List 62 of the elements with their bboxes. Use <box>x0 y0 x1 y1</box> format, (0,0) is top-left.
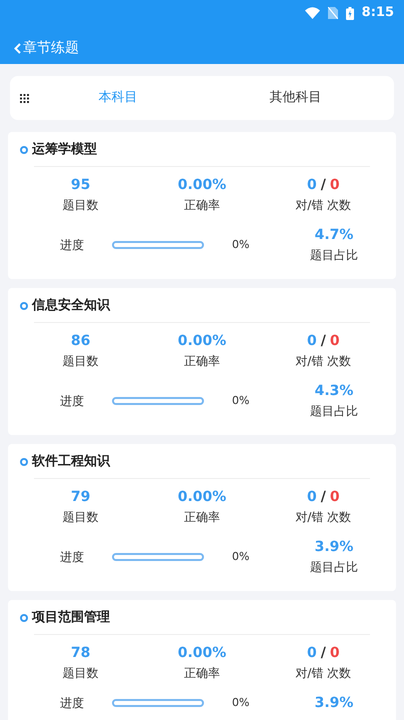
status-time: 8:15 <box>362 4 394 22</box>
wifi-icon <box>304 7 320 19</box>
separator: / <box>320 176 326 195</box>
stat-label: 正确率 <box>184 509 220 526</box>
chapter-title: 软件工程知识 <box>32 453 110 472</box>
right-count: 0 <box>307 644 317 663</box>
progress-label: 进度 <box>60 695 85 712</box>
progress-label: 进度 <box>60 549 85 566</box>
right-count: 0 <box>307 332 317 351</box>
share-value: 4.7% <box>314 226 354 245</box>
chapter-card[interactable]: 项目范围管理 78 题目数 0.00% 正确率 0 / 0 对/错 次数 进度 0% 3.9% <box>8 600 396 720</box>
progress-percent: 0% <box>232 548 250 565</box>
stat-label: 题目占比 <box>310 559 358 576</box>
stat-label: 正确率 <box>184 353 220 370</box>
stat-label: 题目数 <box>62 353 99 370</box>
chapter-card[interactable]: 信息安全知识 86 题目数 0.00% 正确率 0 / 0 对/错 次数 进度 0% 4.3% 题目占比 <box>8 288 396 435</box>
question-count: 78 <box>70 644 90 663</box>
stat-label: 对/错 次数 <box>295 665 352 682</box>
chapter-card[interactable]: 软件工程知识 79 题目数 0.00% 正确率 0 / 0 对/错 次数 进度 0% 3.9% 题目占比 <box>8 444 396 591</box>
progress-percent: 0% <box>232 236 250 253</box>
question-count: 95 <box>70 176 90 195</box>
accuracy-value: 0.00% <box>178 644 226 663</box>
separator: / <box>320 488 326 507</box>
stat-label: 题目数 <box>62 509 99 526</box>
stat-label: 对/错 次数 <box>295 509 352 526</box>
progress-label: 进度 <box>60 237 85 254</box>
chapter-card[interactable]: 运筹学模型 95 题目数 0.00% 正确率 0 / 0 对/错 次数 进度 0% 4.7% 题目占比 <box>8 132 396 279</box>
stat-label: 正确率 <box>184 197 220 214</box>
stat-label: 题目数 <box>62 197 99 214</box>
progress-percent: 0% <box>232 694 250 711</box>
share-value: 3.9% <box>314 694 354 713</box>
stat-label: 正确率 <box>184 665 220 682</box>
right-count: 0 <box>307 488 317 507</box>
tab[interactable]: 其他科目 <box>206 88 384 108</box>
chapter-title: 运筹学模型 <box>32 141 97 160</box>
stat-label: 对/错 次数 <box>295 197 352 214</box>
no-sim-icon <box>328 7 338 19</box>
grid-icon[interactable] <box>20 94 29 102</box>
wrong-count: 0 <box>330 176 340 195</box>
stat-label: 题目占比 <box>310 403 358 420</box>
chapter-title: 信息安全知识 <box>32 296 110 316</box>
accuracy-value: 0.00% <box>178 176 226 195</box>
separator: / <box>320 644 326 663</box>
accuracy-value: 0.00% <box>178 332 226 351</box>
wrong-count: 0 <box>330 644 340 663</box>
battery-icon <box>346 6 354 20</box>
stat-label: 题目数 <box>62 665 99 682</box>
question-count: 86 <box>70 332 90 351</box>
share-value: 3.9% <box>314 538 354 557</box>
right-count: 0 <box>307 176 317 195</box>
separator: / <box>320 332 326 351</box>
stat-label: 对/错 次数 <box>295 353 352 370</box>
wrong-count: 0 <box>330 488 340 507</box>
share-value: 4.3% <box>314 382 354 401</box>
wrong-count: 0 <box>330 332 340 351</box>
back-icon <box>14 42 21 54</box>
progress-label: 进度 <box>60 393 85 410</box>
chapter-title: 项目范围管理 <box>32 609 110 628</box>
question-count: 79 <box>70 488 90 507</box>
progress-percent: 0% <box>232 392 250 409</box>
stat-label: 题目占比 <box>310 247 358 264</box>
accuracy-value: 0.00% <box>178 488 226 507</box>
